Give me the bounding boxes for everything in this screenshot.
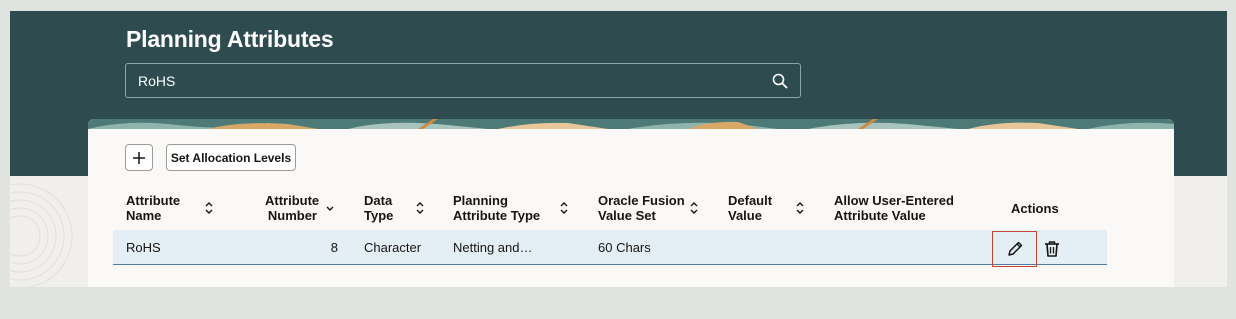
column-header-allow-user-entered: Allow User-Entered Attribute Value [834,193,954,223]
cell-attribute-number: 8 [330,240,338,255]
sort-icon[interactable] [689,201,699,215]
column-header-attribute-name[interactable]: Attribute Name [126,193,180,223]
column-header-line: Allow User-Entered [834,193,954,208]
plus-icon [133,151,145,164]
column-header-line: Attribute Value [834,208,926,223]
column-header-line: Attribute [265,193,320,208]
column-header-attribute-number[interactable]: Attribute Number [265,193,320,223]
column-header-planning-attribute-type[interactable]: Planning Attribute Type [453,193,540,223]
sort-descending-icon[interactable] [325,201,335,215]
set-allocation-levels-button[interactable]: Set Allocation Levels [166,144,296,171]
trash-icon [1045,241,1059,257]
sort-icon[interactable] [795,201,805,215]
column-header-line: Value Set [598,208,656,223]
column-header-line: Number [267,208,317,223]
page-title: Planning Attributes [126,26,334,52]
background-pattern [10,183,73,287]
cell-attribute-name: RoHS [126,240,161,255]
delete-button[interactable] [1042,239,1062,259]
column-header-line: Name [126,208,162,223]
column-header-actions: Actions [1011,201,1059,216]
column-header-line: Default [728,193,773,208]
sort-icon[interactable] [415,201,425,215]
column-header-line: Oracle Fusion [598,193,685,208]
column-header-line: Planning [453,193,508,208]
search-input[interactable] [138,64,758,97]
column-header-value-set[interactable]: Oracle Fusion Value Set [598,193,685,223]
search-icon[interactable] [772,73,788,89]
attributes-card: Set Allocation Levels Attribute Name Att… [88,119,1174,287]
app-frame: Planning Attributes RoHS Set Allocation … [10,11,1227,287]
column-header-line: Type [364,208,394,223]
sort-icon[interactable] [559,201,569,215]
decorative-banner [88,119,1174,129]
cell-value-set: 60 Chars [598,240,651,255]
column-header-default-value[interactable]: Default Value [728,193,772,223]
pencil-icon [1007,241,1022,256]
column-header-line: Attribute [126,193,181,208]
cell-data-type: Character [364,240,422,255]
search-field[interactable] [125,63,801,98]
cell-planning-attribute-type: Netting and… [453,240,533,255]
add-button[interactable] [125,144,153,171]
column-header-line: Data [364,193,393,208]
column-header-line: Value [728,208,762,223]
column-header-line: Attribute Type [453,208,541,223]
sort-icon[interactable] [204,201,214,215]
column-header-data-type[interactable]: Data Type [364,193,393,223]
edit-button[interactable] [992,231,1037,267]
